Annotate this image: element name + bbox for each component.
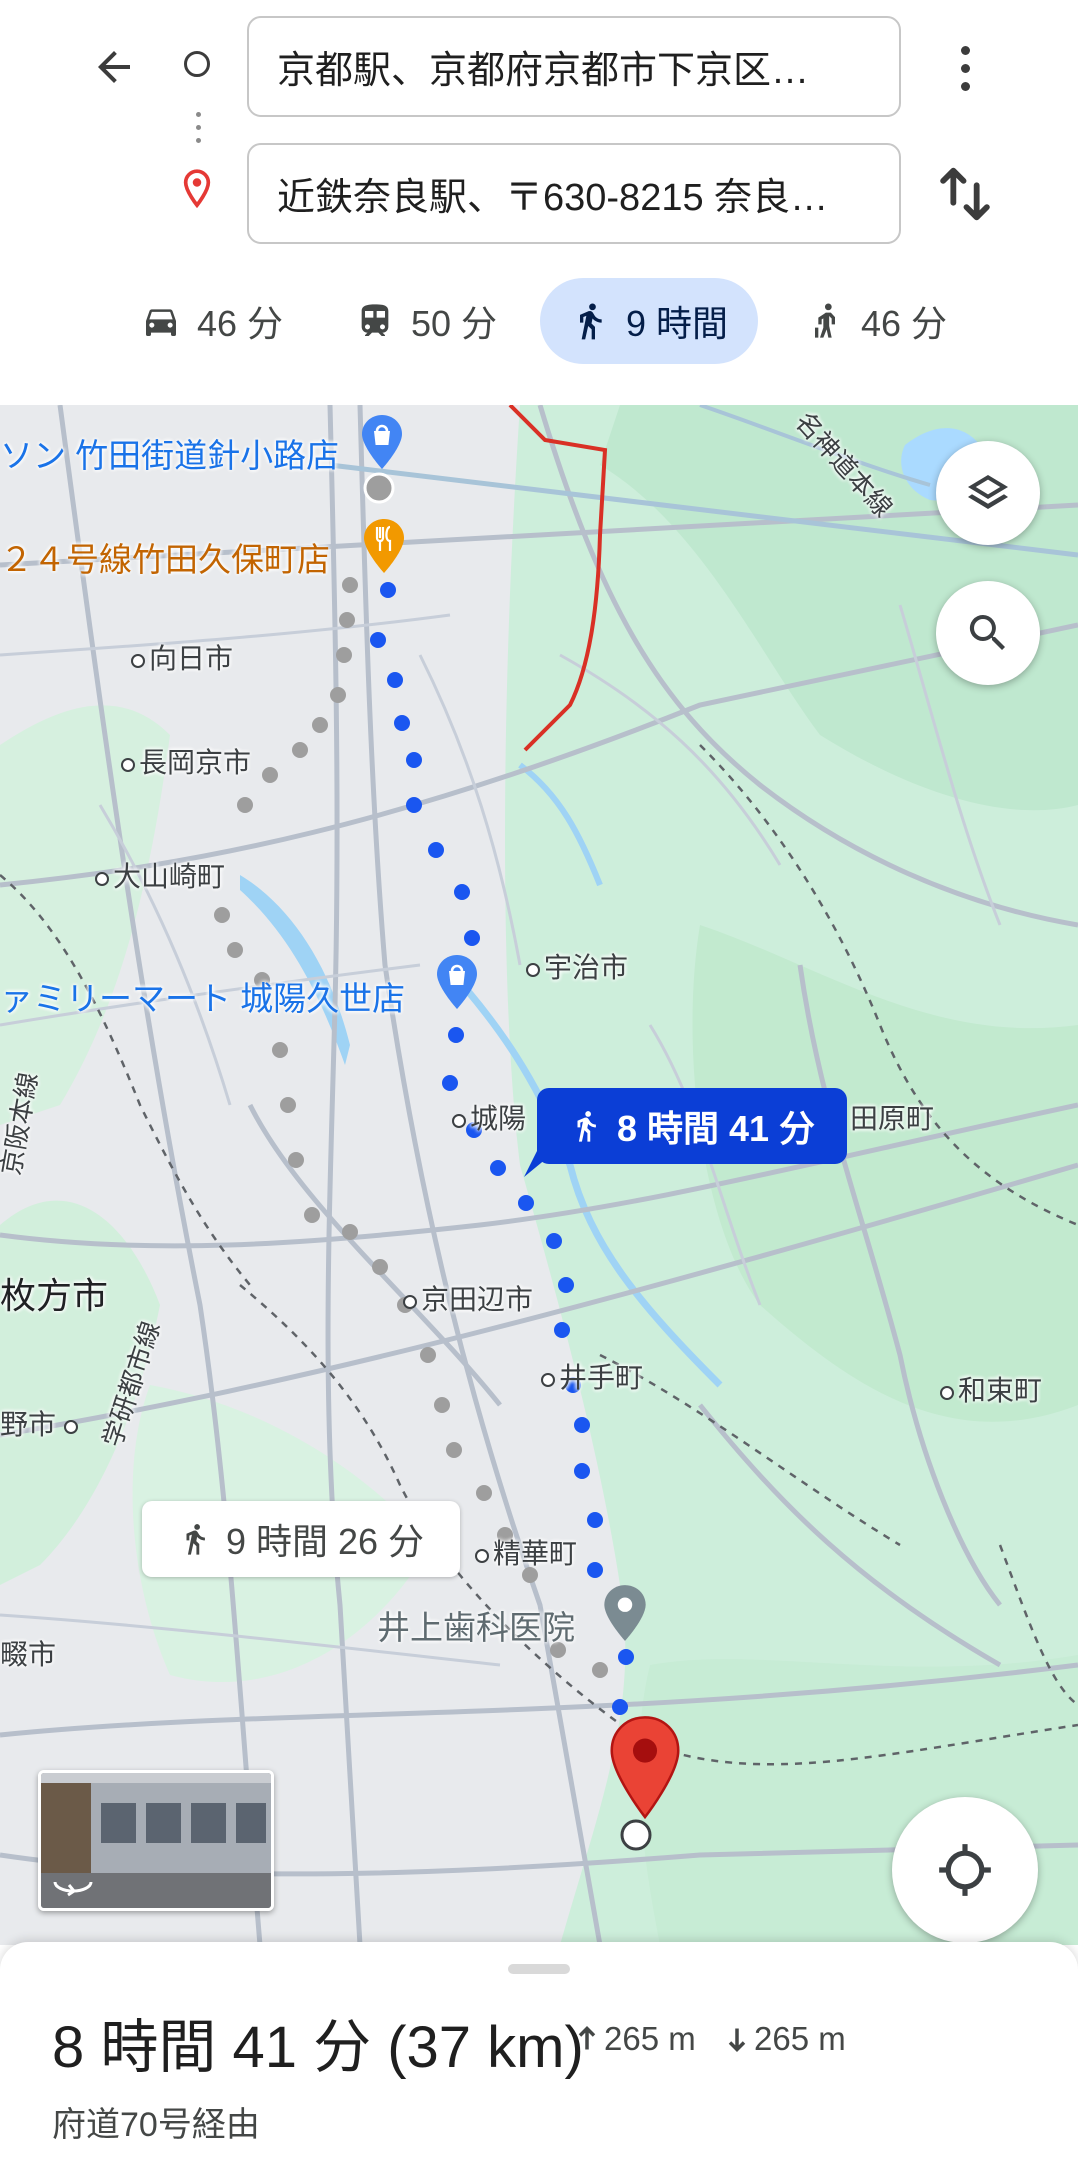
poi-label-dental[interactable]: 井上歯科医院 — [377, 1601, 575, 1649]
shopping-marker-icon[interactable] — [432, 953, 482, 1013]
search-along-route-button[interactable] — [936, 581, 1040, 685]
tab-transit[interactable]: 50 分 — [336, 278, 516, 364]
poi-label-lawson[interactable]: ソン 竹田街道針小路店 — [0, 429, 339, 477]
route-start-marker-icon — [363, 472, 395, 504]
restaurant-marker-icon[interactable] — [359, 517, 409, 577]
place-label: 京田辺市 — [403, 1278, 533, 1318]
layers-button[interactable] — [936, 441, 1040, 545]
car-icon — [145, 309, 176, 336]
poi-label-familymart[interactable]: ァミリーマート 城陽久世店 — [0, 972, 405, 1020]
ride-icon — [814, 303, 835, 338]
descent-info: 265 m — [726, 2020, 846, 2058]
place-label: 畷市 — [0, 1639, 57, 1670]
place-label: 精華町 — [475, 1532, 577, 1572]
place-label: 向日市 — [131, 637, 233, 677]
place-label: 野市 — [0, 1403, 82, 1443]
ascent-info: 265 m — [576, 2020, 696, 2058]
more-options-button[interactable] — [940, 38, 990, 98]
walk-icon — [577, 1111, 596, 1142]
crosshair-icon — [939, 1844, 991, 1896]
arrow-back-icon — [98, 51, 130, 83]
tab-ride[interactable]: 46 分 — [786, 278, 966, 364]
swap-button[interactable] — [930, 158, 1000, 230]
layers-icon — [968, 475, 1008, 509]
destination-field[interactable]: 近鉄奈良駅、〒630-8215 奈良… — [247, 143, 901, 244]
drag-handle[interactable] — [508, 1964, 570, 1974]
train-icon — [361, 304, 389, 336]
shopping-marker-icon[interactable] — [357, 413, 407, 473]
route-connector-icon — [196, 112, 202, 162]
alternate-route-callout[interactable]: 9 時間 26 分 — [142, 1501, 460, 1577]
callout-tail — [524, 1149, 558, 1177]
place-label: 宇治市 — [526, 946, 628, 986]
place-label: 田原町 — [850, 1103, 935, 1134]
route-duration: 8 時間 41 分 (37 km) — [52, 2015, 584, 2080]
place-label: 枚方市 — [0, 1275, 109, 1316]
rotate-360-icon — [53, 1881, 93, 1897]
medical-marker-icon[interactable] — [600, 1583, 650, 1645]
destination-pin-map-icon[interactable] — [607, 1713, 683, 1823]
arrow-up-icon — [578, 2026, 596, 2050]
origin-marker-icon — [184, 51, 210, 77]
route-via: 府道70号経由 — [52, 2106, 260, 2144]
search-icon — [969, 615, 1005, 650]
destination-pin-icon — [183, 169, 211, 209]
arrow-down-icon — [728, 2028, 746, 2052]
more-vert-icon — [960, 45, 970, 55]
street-view-thumbnail[interactable] — [38, 1770, 274, 1911]
place-label: 長岡京市 — [121, 741, 251, 781]
place-label: 和束町 — [940, 1369, 1042, 1409]
origin-field[interactable]: 京都駅、京都府京都市下京区… — [247, 16, 901, 117]
place-label: 城陽 — [452, 1097, 526, 1137]
route-duration-callout[interactable]: 8 時間 41 分 — [537, 1088, 847, 1164]
walk-icon — [186, 1524, 205, 1555]
map-view[interactable]: ソン 竹田街道針小路店 ２４号線竹田久保町店 ァミリーマート 城陽久世店 井上歯… — [0, 405, 1078, 1945]
my-location-button[interactable] — [892, 1797, 1038, 1943]
walk-icon — [579, 303, 602, 340]
place-label: 大山崎町 — [95, 855, 225, 895]
tab-drive[interactable]: 46 分 — [122, 278, 302, 364]
travel-mode-tabs: 46 分 50 分 9 時間 46 分 — [0, 278, 1078, 364]
tab-walk[interactable]: 9 時間 — [540, 278, 758, 364]
place-label: 井手町 — [541, 1356, 643, 1396]
back-button[interactable] — [72, 35, 156, 99]
poi-label-restaurant[interactable]: ２４号線竹田久保町店 — [0, 533, 330, 581]
